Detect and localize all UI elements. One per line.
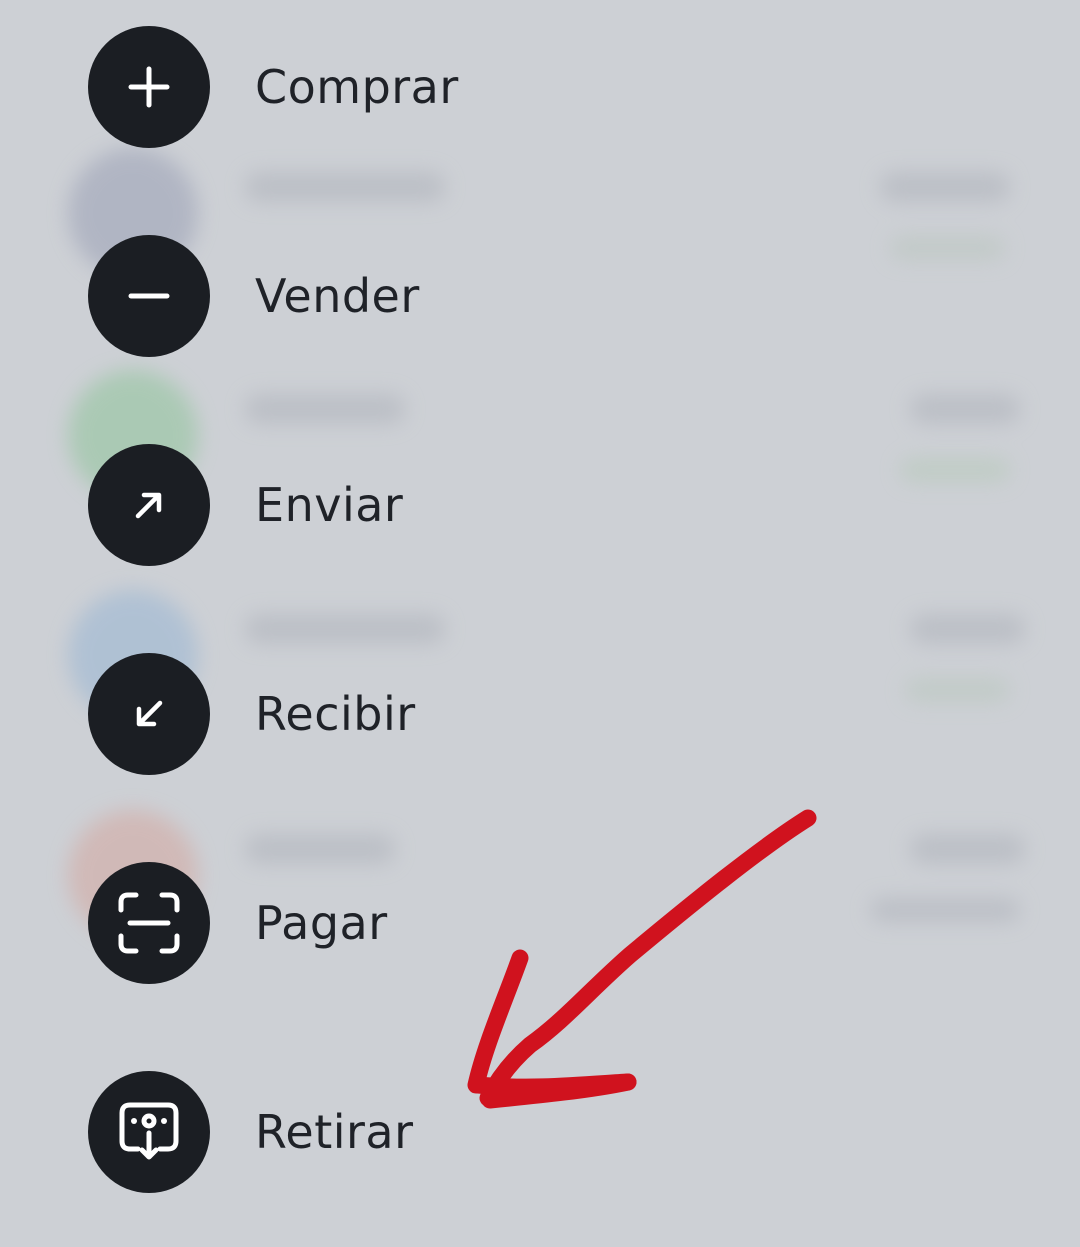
minus-icon xyxy=(88,235,210,357)
menu-item-comprar[interactable]: Comprar xyxy=(88,26,688,148)
arrow-up-right-icon xyxy=(88,444,210,566)
menu-item-recibir[interactable]: Recibir xyxy=(88,653,688,775)
menu-item-pagar[interactable]: Pagar xyxy=(88,862,688,984)
scan-icon xyxy=(88,862,210,984)
arrow-down-left-icon xyxy=(88,653,210,775)
withdraw-icon xyxy=(88,1071,210,1193)
menu-item-label: Vender xyxy=(255,269,420,323)
menu-item-label: Pagar xyxy=(255,896,388,950)
plus-icon xyxy=(88,26,210,148)
menu-item-label: Enviar xyxy=(255,478,404,532)
menu-item-enviar[interactable]: Enviar xyxy=(88,444,688,566)
action-menu: Comprar Vender Enviar Recibir Pagar Reti… xyxy=(0,0,1080,1247)
menu-item-vender[interactable]: Vender xyxy=(88,235,688,357)
menu-item-label: Recibir xyxy=(255,687,416,741)
menu-item-label: Retirar xyxy=(255,1105,414,1159)
menu-item-label: Comprar xyxy=(255,60,459,114)
menu-item-retirar[interactable]: Retirar xyxy=(88,1071,688,1193)
